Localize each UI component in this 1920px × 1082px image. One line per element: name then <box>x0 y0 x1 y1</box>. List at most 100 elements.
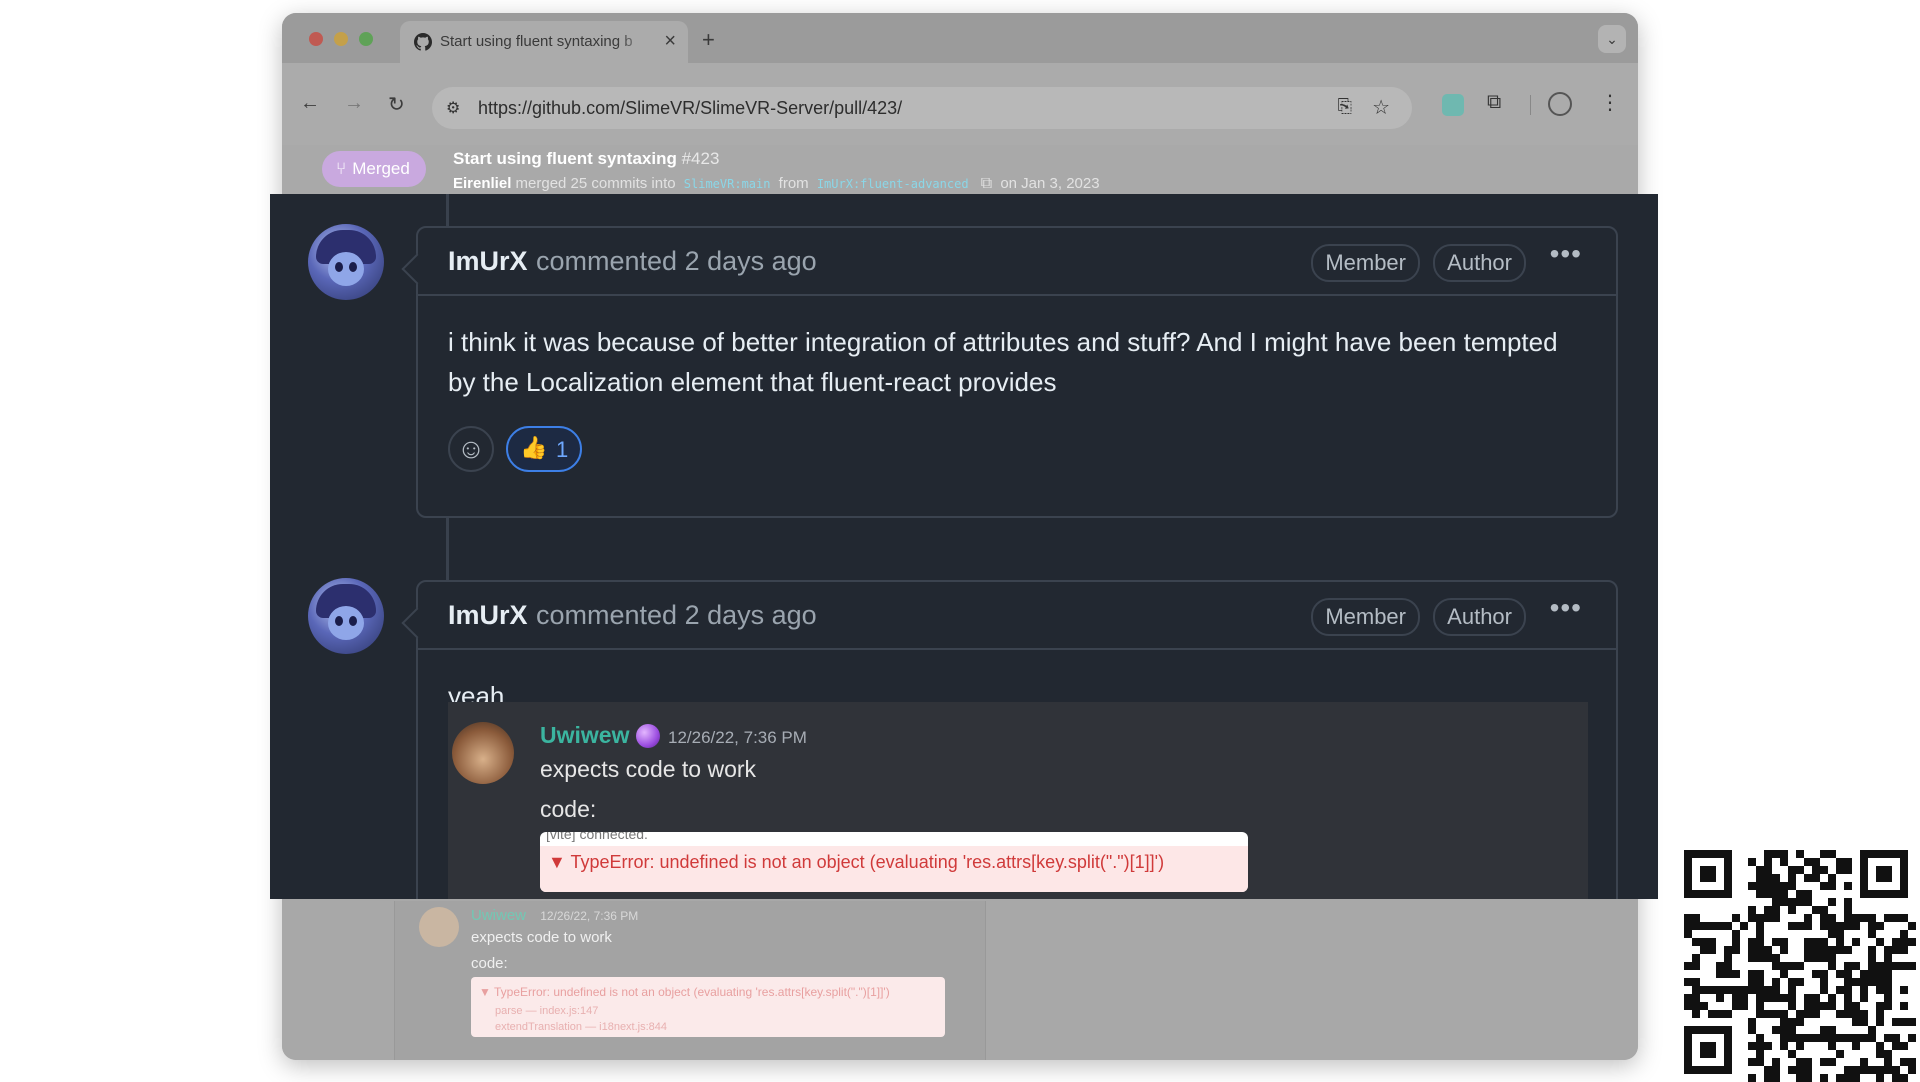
qr-module <box>1884 914 1892 922</box>
qr-module <box>1764 994 1772 1002</box>
qr-module <box>1772 906 1780 914</box>
add-reaction-smiley-icon[interactable]: ☺ <box>448 426 494 472</box>
comment-action[interactable]: commented 2 days ago <box>536 600 817 631</box>
minimize-window-button[interactable] <box>334 32 348 46</box>
new-tab-button[interactable]: + <box>702 27 715 53</box>
tab-list-button[interactable]: ⌄ <box>1598 25 1626 53</box>
browser-tab[interactable]: Start using fluent syntaxing b × <box>400 21 688 63</box>
comment-author[interactable]: ImUrX <box>448 600 528 631</box>
site-info-icon[interactable]: ⚙ <box>446 98 460 118</box>
qr-module <box>1764 1066 1772 1074</box>
qr-module <box>1756 1042 1764 1050</box>
base-branch[interactable]: SlimeVR:main <box>680 175 775 193</box>
thumbs-up-reaction[interactable]: 👍 1 <box>506 426 582 472</box>
avatar[interactable] <box>308 224 384 300</box>
qr-module <box>1772 1010 1780 1018</box>
qr-module <box>1756 978 1764 986</box>
qr-module <box>1788 922 1796 930</box>
qr-module <box>1900 938 1908 946</box>
close-window-button[interactable] <box>309 32 323 46</box>
qr-module <box>1868 978 1876 986</box>
discord-username-small: Uwiwew 12/26/22, 7:36 PM <box>471 907 638 924</box>
qr-module <box>1780 946 1788 954</box>
qr-module <box>1812 938 1820 946</box>
qr-module <box>1852 1034 1860 1042</box>
url-text[interactable]: https://github.com/SlimeVR/SlimeVR-Serve… <box>478 98 902 119</box>
head-branch[interactable]: ImUrX:fluent-advanced <box>813 175 973 193</box>
qr-module <box>1860 986 1868 994</box>
qr-module <box>1732 994 1740 1002</box>
qr-module <box>1884 970 1892 978</box>
qr-module <box>1764 906 1772 914</box>
qr-module <box>1820 906 1828 914</box>
discord-message-small-line2: code: <box>471 955 508 972</box>
qr-module <box>1908 1066 1916 1074</box>
bookmark-star-icon[interactable]: ☆ <box>1372 95 1390 120</box>
more-options-icon[interactable]: ••• <box>1550 238 1582 270</box>
comment-author[interactable]: ImUrX <box>448 246 528 277</box>
qr-module <box>1908 922 1916 930</box>
qr-module <box>1780 850 1788 858</box>
qr-module <box>1796 1058 1804 1066</box>
qr-module <box>1788 1050 1796 1058</box>
qr-module <box>1876 922 1884 930</box>
qr-module <box>1748 954 1756 962</box>
qr-module <box>1892 1042 1900 1050</box>
copy-icon[interactable]: ⧉ <box>981 175 992 192</box>
qr-module <box>1908 1018 1916 1026</box>
maximize-window-button[interactable] <box>359 32 373 46</box>
qr-module <box>1908 962 1916 970</box>
qr-module <box>1780 898 1788 906</box>
address-bar[interactable]: ⚙ https://github.com/SlimeVR/SlimeVR-Ser… <box>432 87 1412 129</box>
qr-module <box>1860 978 1868 986</box>
comment-action[interactable]: commented 2 days ago <box>536 246 817 277</box>
qr-module <box>1812 946 1820 954</box>
avatar[interactable] <box>308 578 384 654</box>
browser-menu-icon[interactable]: ⋮ <box>1600 90 1620 115</box>
qr-module <box>1716 970 1724 978</box>
qr-module <box>1756 970 1764 978</box>
pr-number: #423 <box>681 149 720 168</box>
close-tab-icon[interactable]: × <box>664 30 676 53</box>
zoomed-comments-panel: ImUrX commented 2 days ago Member Author… <box>270 194 1658 899</box>
qr-module <box>1812 1002 1820 1010</box>
qr-module <box>1900 986 1908 994</box>
qr-module <box>1876 1010 1884 1018</box>
qr-module <box>1852 978 1860 986</box>
extension-icon[interactable] <box>1442 94 1464 116</box>
discord-message-small-line1: expects code to work <box>471 929 612 946</box>
profile-avatar-icon[interactable] <box>1548 92 1572 116</box>
qr-module <box>1892 946 1900 954</box>
qr-module <box>1900 1018 1908 1026</box>
install-app-icon[interactable]: ⎘ <box>1338 96 1352 117</box>
qr-module <box>1692 986 1700 994</box>
qr-module <box>1756 882 1764 890</box>
qr-module <box>1724 970 1732 978</box>
qr-module <box>1900 1002 1908 1010</box>
extensions-puzzle-icon[interactable]: ⧉ <box>1487 91 1501 114</box>
qr-module <box>1884 994 1892 1002</box>
qr-module <box>1876 962 1884 970</box>
discord-timestamp-small: 12/26/22, 7:36 PM <box>540 909 639 923</box>
qr-module <box>1788 962 1796 970</box>
reaction-count: 1 <box>556 437 569 462</box>
qr-module <box>1844 1034 1852 1042</box>
back-button[interactable]: ← <box>300 92 320 115</box>
github-icon <box>414 33 432 51</box>
qr-module <box>1788 1034 1796 1042</box>
qr-module <box>1828 914 1836 922</box>
qr-module <box>1732 946 1740 954</box>
qr-module <box>1772 994 1780 1002</box>
forward-button[interactable]: → <box>344 92 364 115</box>
comment-card: ImUrX commented 2 days ago Member Author… <box>401 226 1618 518</box>
reload-button[interactable]: ↻ <box>388 92 405 117</box>
qr-module <box>1716 994 1724 1002</box>
merged-by-user[interactable]: Eirenliel <box>453 175 511 192</box>
qr-module <box>1756 890 1764 898</box>
qr-module <box>1756 1002 1764 1010</box>
more-options-icon[interactable]: ••• <box>1550 592 1582 624</box>
pr-title[interactable]: Start using fluent syntaxing #423 <box>453 149 719 169</box>
qr-module <box>1804 1058 1812 1066</box>
qr-module <box>1868 930 1876 938</box>
qr-module <box>1772 1026 1780 1034</box>
